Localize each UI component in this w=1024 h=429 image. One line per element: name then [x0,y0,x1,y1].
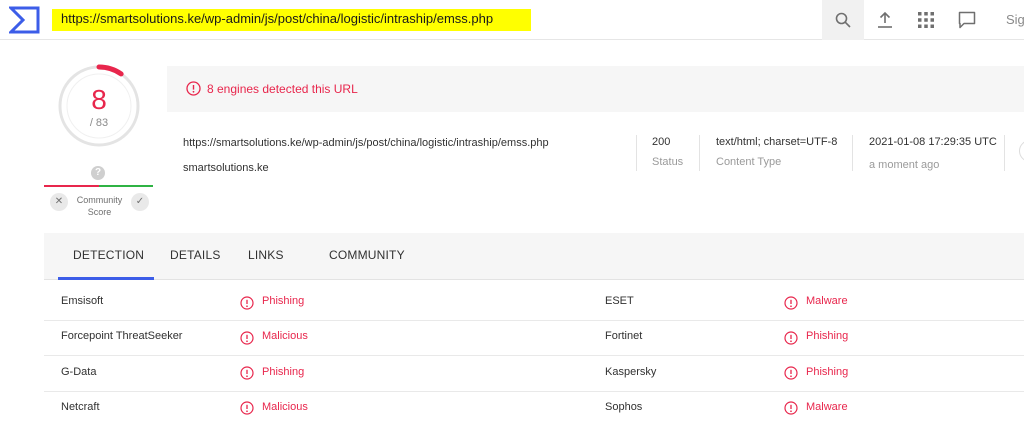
detection-result: Phishing [806,330,849,343]
scanned-url: https://smartsolutions.ke/wp-admin/js/po… [183,137,549,149]
engine-name: Sophos [605,400,643,413]
info-divider [636,135,637,171]
alert-icon [784,401,798,415]
analysis-date-value: 2021-01-08 17:29:35 UTC [869,136,997,148]
engines-total: / 83 [89,117,109,129]
alert-icon [784,366,798,380]
community-score-label: Community Score [76,195,123,217]
detection-result: Phishing [262,365,305,378]
apps-grid-icon[interactable] [916,10,936,30]
alert-icon [186,81,201,96]
detection-result: Malicious [262,330,308,343]
search-icon [835,12,851,28]
detection-result: Malware [806,295,848,307]
vote-harmful-button[interactable]: ✕ [50,193,68,211]
status-value: 200 [652,136,671,148]
community-positive-bar [99,185,153,187]
row-divider [44,355,1024,357]
analysis-date-relative: a moment ago [869,159,940,171]
detection-result: Phishing [262,295,305,307]
alert-icon [240,331,254,345]
alert-icon [240,401,254,415]
reanalyze-button[interactable] [1019,140,1024,162]
search-url-input[interactable]: https://smartsolutions.ke/wp-admin/js/po… [61,11,493,26]
vote-harmless-button[interactable]: ✓ [131,193,149,211]
top-bar: https://smartsolutions.ke/wp-admin/js/po… [0,0,1024,40]
alert-icon [240,295,254,310]
active-tab-indicator [58,277,154,280]
virustotal-logo-icon[interactable] [9,6,40,34]
tab-community[interactable]: COMMUNITY [329,248,405,262]
engine-name: Netcraft [61,400,100,413]
detection-result: Malicious [262,400,308,413]
engine-name: Kaspersky [605,365,657,378]
info-divider [852,135,853,171]
chat-icon[interactable] [957,10,977,30]
scanned-domain[interactable]: smartsolutions.ke [183,162,269,174]
engine-name: Forcepoint ThreatSeeker [61,330,183,343]
info-divider [699,135,700,171]
tab-details[interactable]: DETAILS [170,248,221,262]
help-icon[interactable]: ? [91,166,105,180]
detection-count: 8 [91,84,107,115]
row-divider [44,320,1024,321]
alert-icon [784,295,798,310]
sign-in-link[interactable]: Sig [1006,12,1024,27]
engine-name: Emsisoft [61,295,104,307]
alert-icon [240,366,254,380]
content-type-label: Content Type [716,156,782,168]
detection-summary: 8 engines detected this URL [207,82,358,96]
search-button[interactable] [822,0,864,40]
status-label: Status [652,156,684,168]
detection-result: Phishing [806,365,849,378]
engine-name: ESET [605,295,634,307]
alert-icon [784,331,798,345]
content-type-value: text/html; charset=UTF-8 [716,136,838,148]
row-divider [44,390,1024,392]
engine-name: G-Data [61,365,97,378]
upload-icon[interactable] [875,10,895,30]
tab-links[interactable]: LINKS [248,248,284,262]
community-negative-bar [44,185,99,187]
engine-name: Fortinet [605,330,643,343]
detection-result: Malware [806,400,848,413]
info-divider [1004,135,1005,171]
tab-detection[interactable]: DETECTION [73,248,144,262]
